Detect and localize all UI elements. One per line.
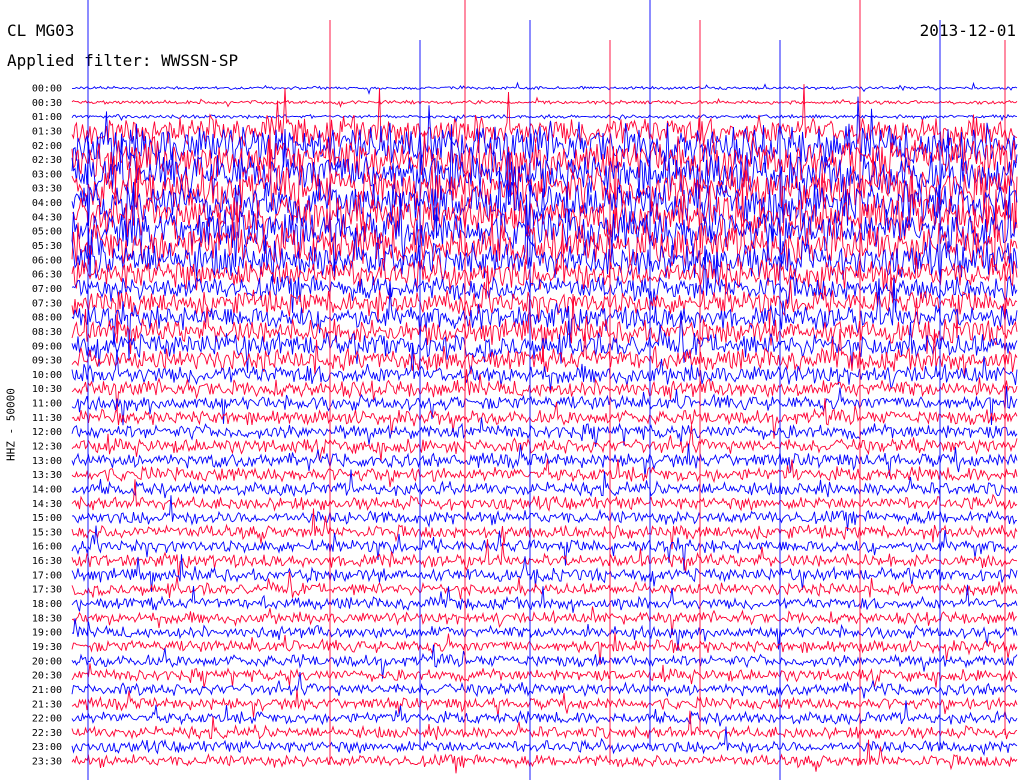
row-tick-label: 10:30 xyxy=(32,384,62,395)
row-tick-label: 01:00 xyxy=(32,112,62,123)
trace-group xyxy=(71,0,1018,780)
row-tick-label: 08:00 xyxy=(32,313,62,324)
row-tick-label: 18:00 xyxy=(32,599,62,610)
row-tick-label: 16:00 xyxy=(32,542,62,553)
row-tick-label: 04:00 xyxy=(32,198,62,209)
row-tick-label: 00:00 xyxy=(32,84,62,95)
row-tick-label: 17:30 xyxy=(32,585,62,596)
row-tick-label: 13:30 xyxy=(32,470,62,481)
row-tick-label: 22:00 xyxy=(32,714,62,725)
trace-row-2030 xyxy=(71,663,1018,688)
trace-row-1430 xyxy=(71,479,1018,512)
row-tick-label: 02:30 xyxy=(32,155,62,166)
row-tick-label: 10:00 xyxy=(32,370,62,381)
trace-row-0000 xyxy=(71,81,1018,95)
trace-row-2300 xyxy=(71,726,1018,756)
row-tick-label: 06:00 xyxy=(32,255,62,266)
row-tick-label: 20:00 xyxy=(32,656,62,667)
row-tick-label: 06:30 xyxy=(32,270,62,281)
row-tick-label: 15:00 xyxy=(32,513,62,524)
row-tick-label: 14:00 xyxy=(32,484,62,495)
row-tick-label: 07:00 xyxy=(32,284,62,295)
row-tick-label: 09:30 xyxy=(32,356,62,367)
trace-row-2000 xyxy=(71,644,1018,679)
row-tick-label: 15:30 xyxy=(32,527,62,538)
row-tick-label: 03:30 xyxy=(32,184,62,195)
row-tick-label: 11:00 xyxy=(32,399,62,410)
row-tick-label: 18:30 xyxy=(32,613,62,624)
row-tick-label: 23:00 xyxy=(32,742,62,753)
row-tick-label: 16:30 xyxy=(32,556,62,567)
row-tick-label: 08:30 xyxy=(32,327,62,338)
row-tick-label: 07:30 xyxy=(32,298,62,309)
row-tick-label: 11:30 xyxy=(32,413,62,424)
trace-row-2130 xyxy=(71,689,1018,718)
row-tick-label: 17:00 xyxy=(32,570,62,581)
row-tick-label: 21:00 xyxy=(32,685,62,696)
trace-row-1330 xyxy=(71,458,1018,488)
row-tick-label: 13:00 xyxy=(32,456,62,467)
row-tick-label: 09:00 xyxy=(32,341,62,352)
row-tick-label: 23:30 xyxy=(32,757,62,768)
row-tick-label: 05:30 xyxy=(32,241,62,252)
trace-row-0030 xyxy=(71,96,1018,109)
helicorder-plot: 00:00 00:30 01:00 01:30 02:00 02:30 03:00 03:30… xyxy=(32,0,1018,780)
row-tick-label: 01:30 xyxy=(32,126,62,137)
row-tick-label: 14:30 xyxy=(32,499,62,510)
row-tick-label: 02:00 xyxy=(32,141,62,152)
row-tick-label: 21:30 xyxy=(32,699,62,710)
row-tick-label: 03:00 xyxy=(32,169,62,180)
row-tick-label: 20:30 xyxy=(32,671,62,682)
row-tick-label: 04:30 xyxy=(32,212,62,223)
trace-row-1900 xyxy=(71,618,1018,651)
row-tick-label: 22:30 xyxy=(32,728,62,739)
row-tick-label: 19:30 xyxy=(32,642,62,653)
trace-row-1230 xyxy=(71,425,1018,461)
row-tick-label: 05:00 xyxy=(32,227,62,238)
row-tick-label: 00:30 xyxy=(32,98,62,109)
row-tick-label: 12:30 xyxy=(32,442,62,453)
trace-row-0100 xyxy=(71,113,1018,123)
tick-label-group: 00:00 00:30 01:00 01:30 02:00 02:30 03:00 03:30… xyxy=(32,84,62,768)
trace-row-1400 xyxy=(71,469,1018,499)
row-tick-label: 12:00 xyxy=(32,427,62,438)
row-tick-label: 19:00 xyxy=(32,628,62,639)
